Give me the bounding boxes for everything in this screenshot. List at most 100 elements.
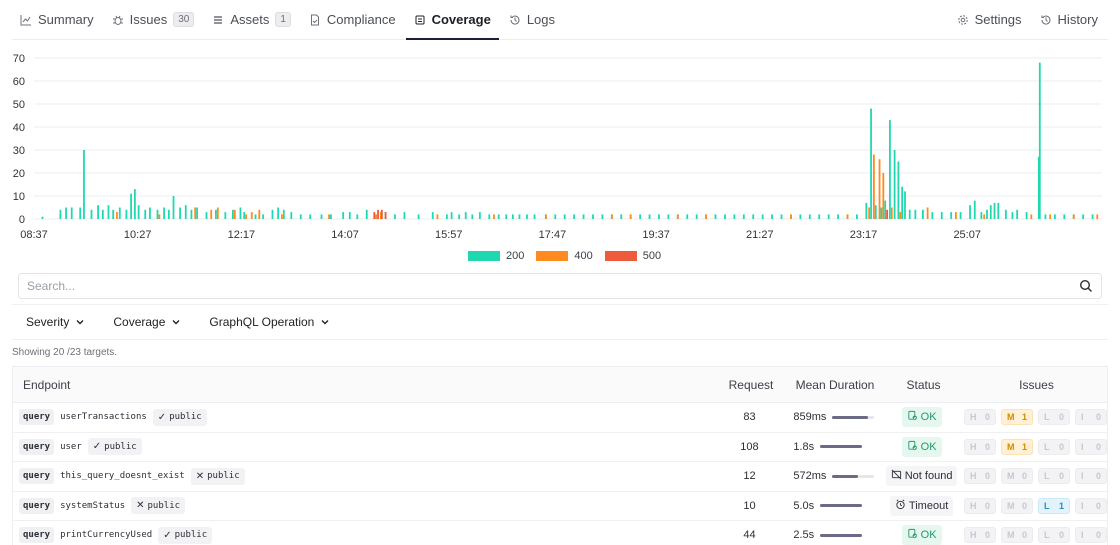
severity-letter: H bbox=[970, 500, 977, 511]
chart-bar-200 bbox=[554, 214, 557, 219]
tab-summary[interactable]: Summary bbox=[12, 0, 102, 39]
chart-bar-200 bbox=[497, 214, 500, 219]
chart-bar-200 bbox=[59, 209, 62, 219]
chart-bar-200 bbox=[90, 209, 93, 219]
issue-pill-l[interactable]: L0 bbox=[1038, 438, 1070, 455]
chart-bar-200 bbox=[83, 150, 85, 219]
chart-bar-200 bbox=[190, 209, 193, 219]
x-tick-label: 12:17 bbox=[228, 229, 256, 241]
chart-bar-200 bbox=[914, 209, 917, 219]
chart-bar-200 bbox=[445, 214, 448, 219]
chart-bar-200 bbox=[505, 214, 508, 219]
chart-bar-200 bbox=[518, 214, 521, 219]
severity-count: 1 bbox=[1021, 412, 1027, 423]
issue-pill-h[interactable]: H0 bbox=[964, 468, 996, 485]
severity-letter: L bbox=[1044, 500, 1050, 511]
issue-pill-m[interactable]: M1 bbox=[1001, 438, 1033, 455]
issue-pill-i[interactable]: I0 bbox=[1075, 527, 1107, 544]
chart-bar-400 bbox=[1049, 214, 1052, 219]
duration-bar-fill bbox=[820, 445, 863, 449]
issue-pill-i[interactable]: I0 bbox=[1075, 497, 1107, 514]
y-tick-label: 30 bbox=[13, 145, 25, 157]
severity-letter: M bbox=[1007, 471, 1015, 482]
column-header-mean-duration[interactable]: Mean Duration bbox=[789, 378, 881, 392]
legend-item-400[interactable]: 400 bbox=[536, 250, 593, 262]
gear-icon bbox=[957, 14, 969, 26]
assets-count-badge: 1 bbox=[275, 12, 291, 27]
tab-logs[interactable]: Logs bbox=[501, 0, 563, 39]
chart-bar-200 bbox=[403, 212, 406, 219]
legend-item-500[interactable]: 500 bbox=[604, 250, 661, 262]
chart-bar-200 bbox=[870, 108, 872, 219]
filter-bar: Severity Coverage GraphQL Operation bbox=[12, 304, 1108, 340]
bug-icon bbox=[112, 14, 124, 26]
search-input[interactable] bbox=[27, 279, 1079, 293]
endpoint-name: this_query_doesnt_exist bbox=[60, 471, 185, 482]
chart-legend: 200 400 500 bbox=[468, 250, 661, 262]
legend-item-200[interactable]: 200 bbox=[468, 250, 524, 262]
tab-label: Compliance bbox=[326, 12, 396, 27]
graphql-operation-filter[interactable]: GraphQL Operation bbox=[209, 315, 330, 329]
chart-bar-200 bbox=[299, 214, 302, 219]
chart-bar-400 bbox=[194, 207, 197, 219]
coverage-filter[interactable]: Coverage bbox=[113, 315, 181, 329]
severity-count: 0 bbox=[984, 441, 990, 452]
chart-bar-200 bbox=[620, 214, 623, 219]
issue-pill-i[interactable]: I0 bbox=[1075, 438, 1107, 455]
issue-pill-l[interactable]: L0 bbox=[1038, 409, 1070, 426]
tab-compliance[interactable]: Compliance bbox=[301, 0, 404, 39]
search-icon[interactable] bbox=[1079, 279, 1093, 293]
chart-bar-200 bbox=[940, 212, 943, 219]
x-tick-label: 25:07 bbox=[953, 229, 981, 241]
issue-pill-h[interactable]: H0 bbox=[964, 497, 996, 514]
issue-pill-m[interactable]: M1 bbox=[1001, 409, 1033, 426]
issue-pill-l[interactable]: L0 bbox=[1038, 468, 1070, 485]
table-row[interactable]: query userTransactions ✓ public 83 859ms … bbox=[13, 403, 1107, 433]
column-header-endpoint[interactable]: Endpoint bbox=[13, 378, 713, 392]
issue-pill-m[interactable]: M0 bbox=[1001, 497, 1033, 514]
x-tick-label: 15:57 bbox=[435, 229, 463, 241]
issue-pill-h[interactable]: H0 bbox=[964, 527, 996, 544]
severity-letter: I bbox=[1081, 471, 1084, 482]
table-row[interactable]: query systemStatus ✕ public 10 5.0s Timeo… bbox=[13, 492, 1107, 521]
chart-bar-200 bbox=[893, 150, 896, 219]
status-cell: OK bbox=[879, 407, 964, 428]
chart-bar-500 bbox=[373, 212, 376, 219]
list-icon bbox=[212, 14, 224, 26]
issue-pill-i[interactable]: I0 bbox=[1075, 409, 1107, 426]
settings-button[interactable]: Settings bbox=[949, 0, 1030, 39]
issue-pill-l[interactable]: L1 bbox=[1038, 497, 1070, 514]
chart-bar-400 bbox=[233, 209, 236, 219]
chart-bar-200 bbox=[742, 214, 745, 219]
issue-pill-i[interactable]: I0 bbox=[1075, 468, 1107, 485]
tab-coverage[interactable]: Coverage bbox=[405, 0, 500, 40]
chart-bar-200 bbox=[526, 214, 528, 219]
table-row[interactable]: query user ✓ public 108 1.8s OK H0M1L0I0 bbox=[13, 433, 1107, 462]
history-button[interactable]: History bbox=[1032, 0, 1106, 39]
legend-swatch-500 bbox=[604, 251, 637, 261]
column-header-status[interactable]: Status bbox=[881, 378, 966, 392]
severity-filter[interactable]: Severity bbox=[26, 315, 85, 329]
issue-pill-h[interactable]: H0 bbox=[964, 409, 996, 426]
settings-label: Settings bbox=[974, 12, 1022, 27]
chart-bar-200 bbox=[342, 212, 345, 219]
table-row[interactable]: query printCurrencyUsed ✓ public 44 2.5s … bbox=[13, 521, 1107, 545]
tab-label: Issues bbox=[129, 12, 168, 27]
chart-bar-400 bbox=[846, 214, 849, 219]
chart-bar-200 bbox=[130, 193, 132, 219]
issue-pill-m[interactable]: M0 bbox=[1001, 468, 1033, 485]
issue-pill-m[interactable]: M0 bbox=[1001, 527, 1033, 544]
chart-bar-200 bbox=[1004, 209, 1007, 219]
chart-bar-400 bbox=[882, 173, 885, 219]
x-tick-label: 08:37 bbox=[20, 229, 48, 241]
public-mark: ✓ bbox=[157, 411, 167, 423]
issue-pill-h[interactable]: H0 bbox=[964, 438, 996, 455]
tab-issues[interactable]: Issues 30 bbox=[104, 0, 203, 39]
column-header-request[interactable]: Request bbox=[713, 378, 789, 392]
table-row[interactable]: query this_query_doesnt_exist ✕ public 12… bbox=[13, 462, 1107, 492]
chart-bar-200 bbox=[761, 214, 764, 219]
tab-assets[interactable]: Assets 1 bbox=[204, 0, 299, 39]
issue-pill-l[interactable]: L0 bbox=[1038, 527, 1070, 544]
chart-bar-200 bbox=[365, 209, 368, 219]
coverage-icon bbox=[414, 14, 426, 26]
